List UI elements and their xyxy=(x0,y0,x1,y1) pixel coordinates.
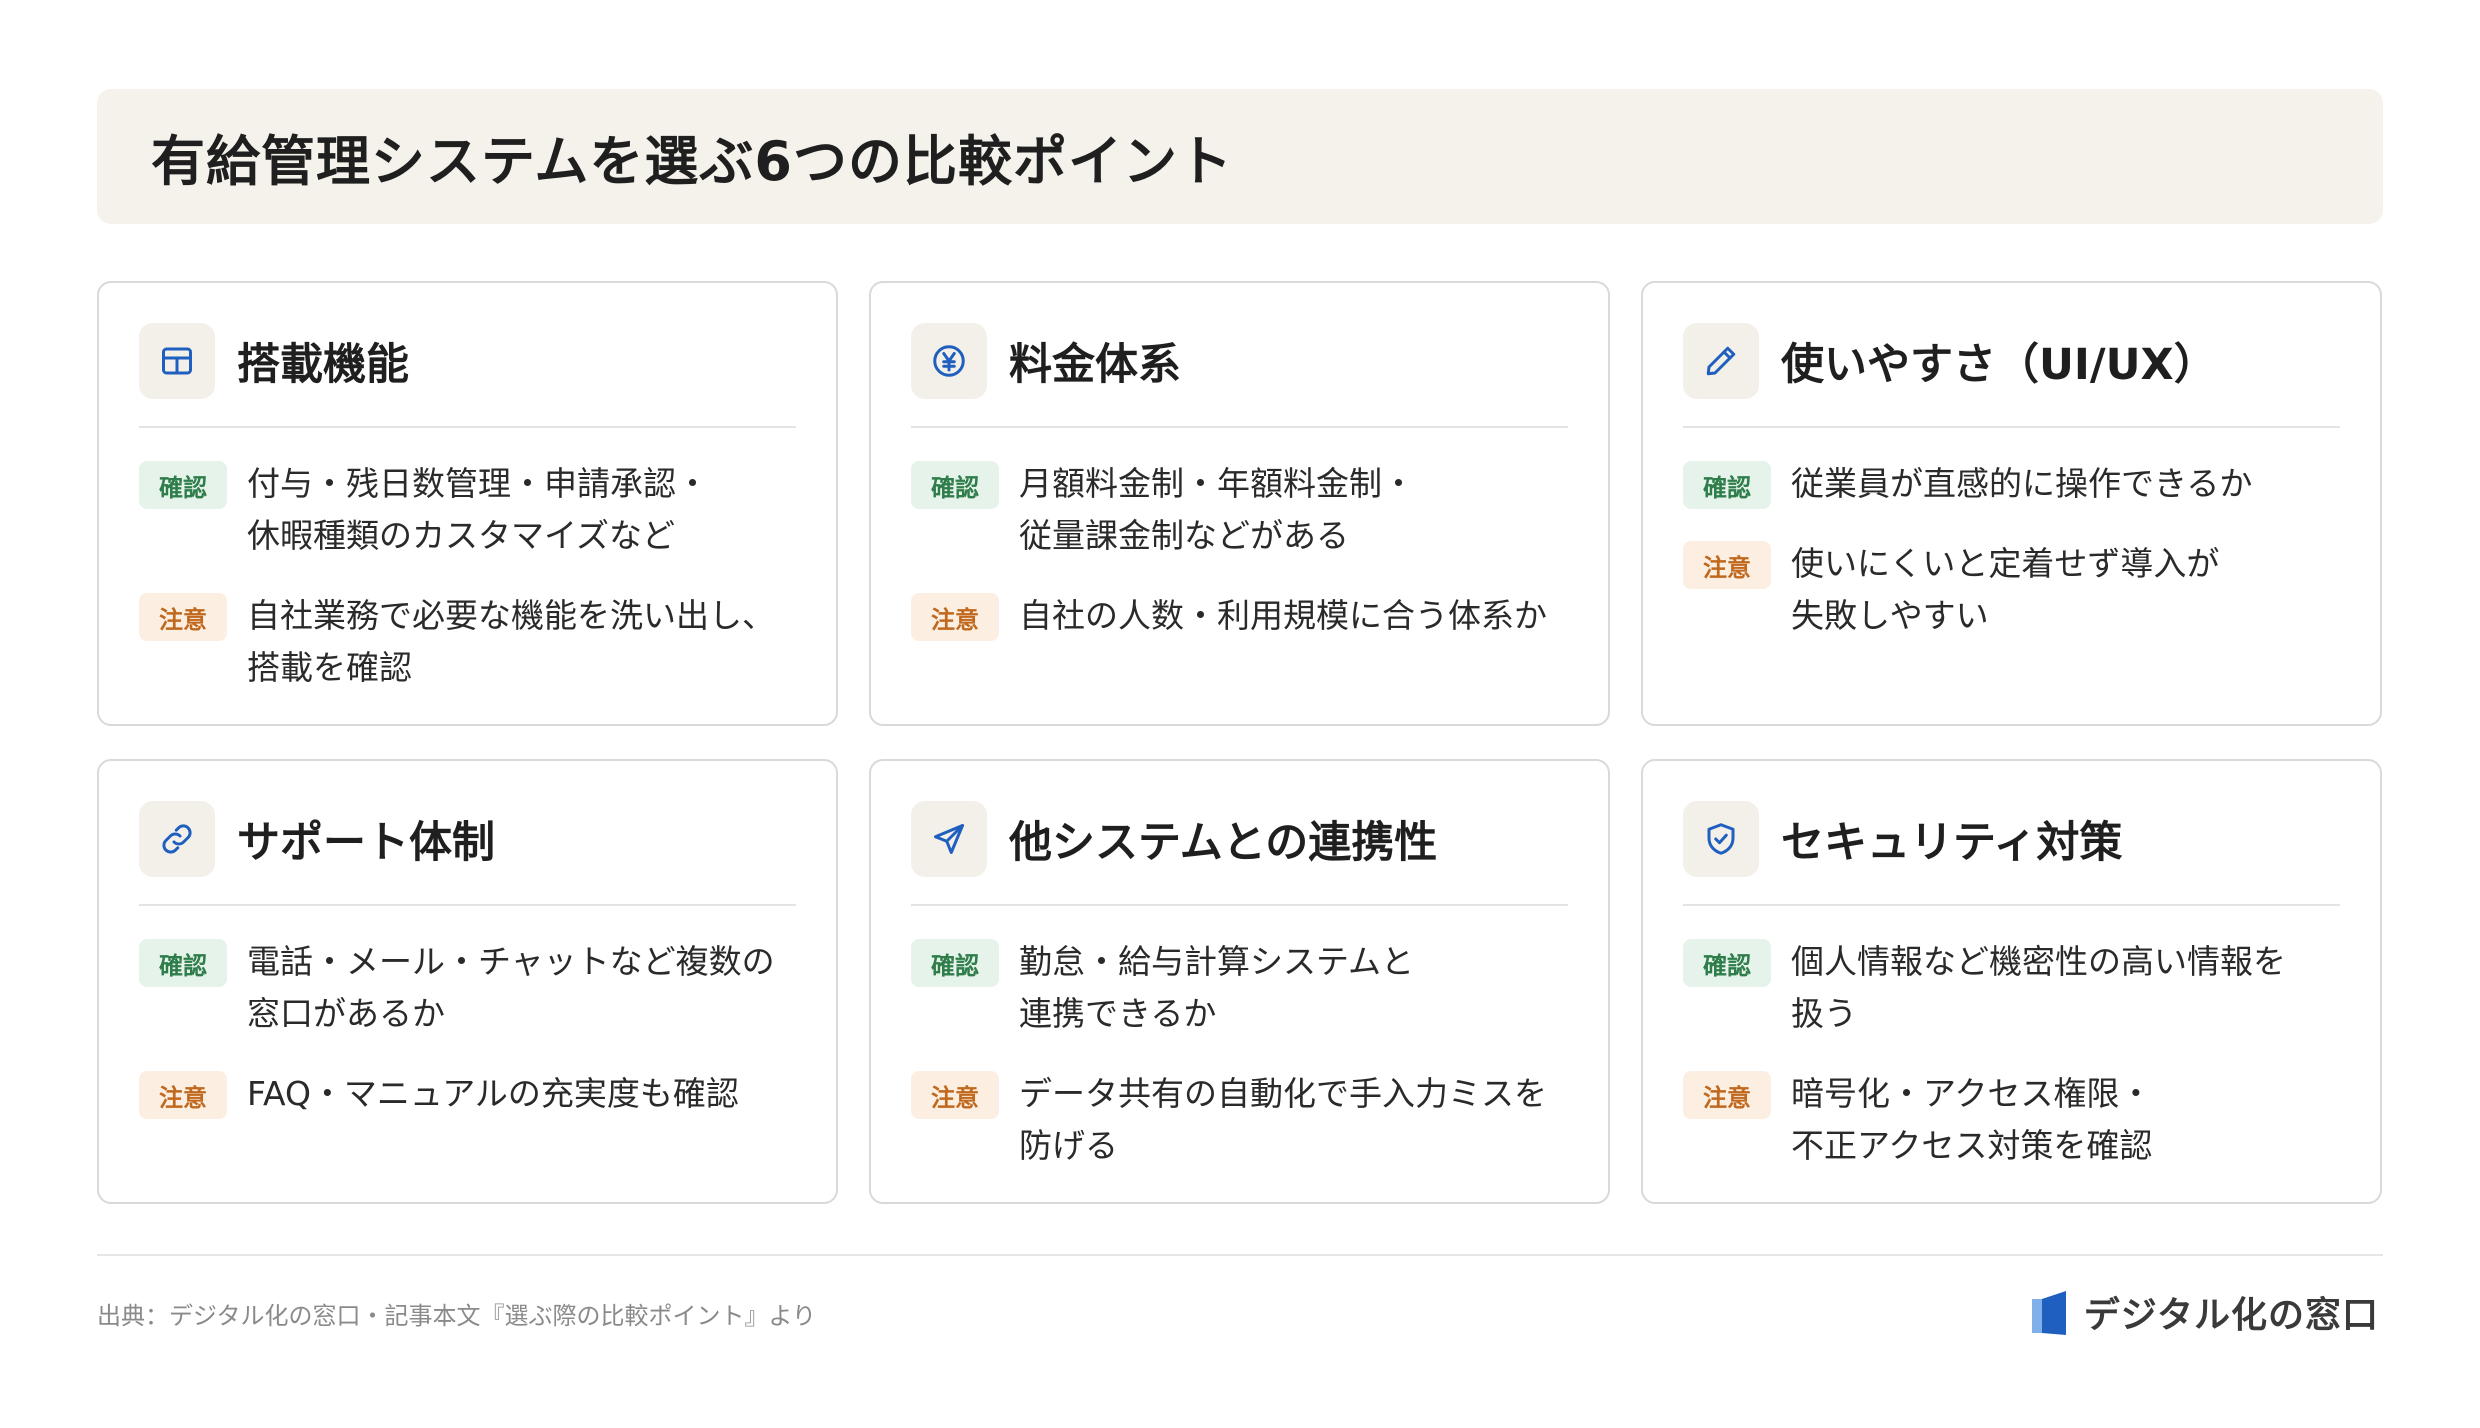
card-pricing: 料金体系 確認 月額料金制・年額料金制・ 従量課金制などがある 注意 自社の人数… xyxy=(869,281,1610,726)
card-integration: 他システムとの連携性 確認 勤怠・給与計算システムと 連携できるか 注意 データ… xyxy=(869,759,1610,1204)
send-icon xyxy=(911,801,987,877)
card-title: 料金体系 xyxy=(1009,340,1181,390)
brand-logo-icon xyxy=(2031,1291,2066,1335)
check-row: 確認 月額料金制・年額料金制・ 従量課金制などがある xyxy=(911,458,1568,562)
caution-row: 注意 自社の人数・利用規模に合う体系か xyxy=(911,590,1568,642)
divider xyxy=(1683,904,2340,906)
card-header: 料金体系 xyxy=(911,323,1568,399)
header-panel: 有給管理システムを選ぶ6つの比較ポイント xyxy=(97,89,2383,224)
caution-text: 自社の人数・利用規模に合う体系か xyxy=(1019,596,1547,635)
card-header: 使いやすさ（UI/UX） xyxy=(1683,323,2340,399)
caution-badge: 注意 xyxy=(139,1071,227,1119)
caution-row: 注意 暗号化・アクセス権限・ 不正アクセス対策を確認 xyxy=(1683,1068,2340,1172)
check-row: 確認 付与・残日数管理・申請承認・ 休暇種類のカスタマイズなど xyxy=(139,458,796,562)
check-badge: 確認 xyxy=(911,461,999,509)
card-features: 搭載機能 確認 付与・残日数管理・申請承認・ 休暇種類のカスタマイズなど 注意 … xyxy=(97,281,838,726)
check-text: 個人情報など機密性の高い情報を 扱う xyxy=(1791,942,2286,1033)
source-note: 出典：デジタル化の窓口・記事本文『選ぶ際の比較ポイント』より xyxy=(97,1302,817,1330)
card-title: 搭載機能 xyxy=(237,340,409,390)
page-title: 有給管理システムを選ぶ6つの比較ポイント xyxy=(151,130,1233,193)
brand: デジタル化の窓口 xyxy=(2031,1286,2379,1338)
check-row: 確認 従業員が直感的に操作できるか xyxy=(1683,458,2340,510)
brand-name: デジタル化の窓口 xyxy=(2083,1295,2379,1336)
card-header: セキュリティ対策 xyxy=(1683,801,2340,877)
check-badge: 確認 xyxy=(911,939,999,987)
caution-row: 注意 データ共有の自動化で手入力ミスを 防げる xyxy=(911,1068,1568,1172)
check-row: 確認 勤怠・給与計算システムと 連携できるか xyxy=(911,936,1568,1040)
divider xyxy=(139,904,796,906)
divider xyxy=(1683,426,2340,428)
table-icon xyxy=(139,323,215,399)
check-text: 付与・残日数管理・申請承認・ 休暇種類のカスタマイズなど xyxy=(247,464,709,555)
check-badge: 確認 xyxy=(1683,939,1771,987)
caution-badge: 注意 xyxy=(139,593,227,641)
caution-badge: 注意 xyxy=(1683,541,1771,589)
divider xyxy=(139,426,796,428)
card-usability: 使いやすさ（UI/UX） 確認 従業員が直感的に操作できるか 注意 使いにくいと… xyxy=(1641,281,2382,726)
caution-row: 注意 自社業務で必要な機能を洗い出し、 搭載を確認 xyxy=(139,590,796,694)
caution-text: 使いにくいと定着せず導入が 失敗しやすい xyxy=(1791,544,2220,635)
check-badge: 確認 xyxy=(1683,461,1771,509)
check-text: 電話・メール・チャットなど複数の 窓口があるか xyxy=(247,942,775,1033)
card-title: セキュリティ対策 xyxy=(1781,818,2123,868)
pencil-icon xyxy=(1683,323,1759,399)
card-header: 他システムとの連携性 xyxy=(911,801,1568,877)
check-text: 従業員が直感的に操作できるか xyxy=(1791,464,2253,503)
caution-row: 注意 使いにくいと定着せず導入が 失敗しやすい xyxy=(1683,538,2340,642)
caution-text: 自社業務で必要な機能を洗い出し、 搭載を確認 xyxy=(247,596,775,687)
divider xyxy=(911,426,1568,428)
caution-text: データ共有の自動化で手入力ミスを 防げる xyxy=(1019,1074,1547,1165)
caution-row: 注意 FAQ・マニュアルの充実度も確認 xyxy=(139,1068,796,1120)
shield-check-icon xyxy=(1683,801,1759,877)
yen-icon xyxy=(911,323,987,399)
card-title: サポート体制 xyxy=(237,818,495,868)
comparison-grid: 搭載機能 確認 付与・残日数管理・申請承認・ 休暇種類のカスタマイズなど 注意 … xyxy=(97,281,2383,1204)
caution-badge: 注意 xyxy=(911,1071,999,1119)
card-header: サポート体制 xyxy=(139,801,796,877)
card-header: 搭載機能 xyxy=(139,323,796,399)
link-icon xyxy=(139,801,215,877)
card-support: サポート体制 確認 電話・メール・チャットなど複数の 窓口があるか 注意 FAQ… xyxy=(97,759,838,1204)
check-badge: 確認 xyxy=(139,461,227,509)
check-badge: 確認 xyxy=(139,939,227,987)
check-text: 勤怠・給与計算システムと 連携できるか xyxy=(1019,942,1415,1033)
card-security: セキュリティ対策 確認 個人情報など機密性の高い情報を 扱う 注意 暗号化・アク… xyxy=(1641,759,2382,1204)
caution-badge: 注意 xyxy=(1683,1071,1771,1119)
check-text: 月額料金制・年額料金制・ 従量課金制などがある xyxy=(1019,464,1415,555)
caution-badge: 注意 xyxy=(911,593,999,641)
check-row: 確認 個人情報など機密性の高い情報を 扱う xyxy=(1683,936,2340,1040)
divider xyxy=(911,904,1568,906)
caution-text: FAQ・マニュアルの充実度も確認 xyxy=(247,1074,739,1113)
caution-text: 暗号化・アクセス権限・ 不正アクセス対策を確認 xyxy=(1791,1074,2153,1165)
card-title: 他システムとの連携性 xyxy=(1009,818,1438,868)
check-row: 確認 電話・メール・チャットなど複数の 窓口があるか xyxy=(139,936,796,1040)
card-title: 使いやすさ（UI/UX） xyxy=(1781,340,2217,390)
footer-divider xyxy=(97,1254,2383,1256)
